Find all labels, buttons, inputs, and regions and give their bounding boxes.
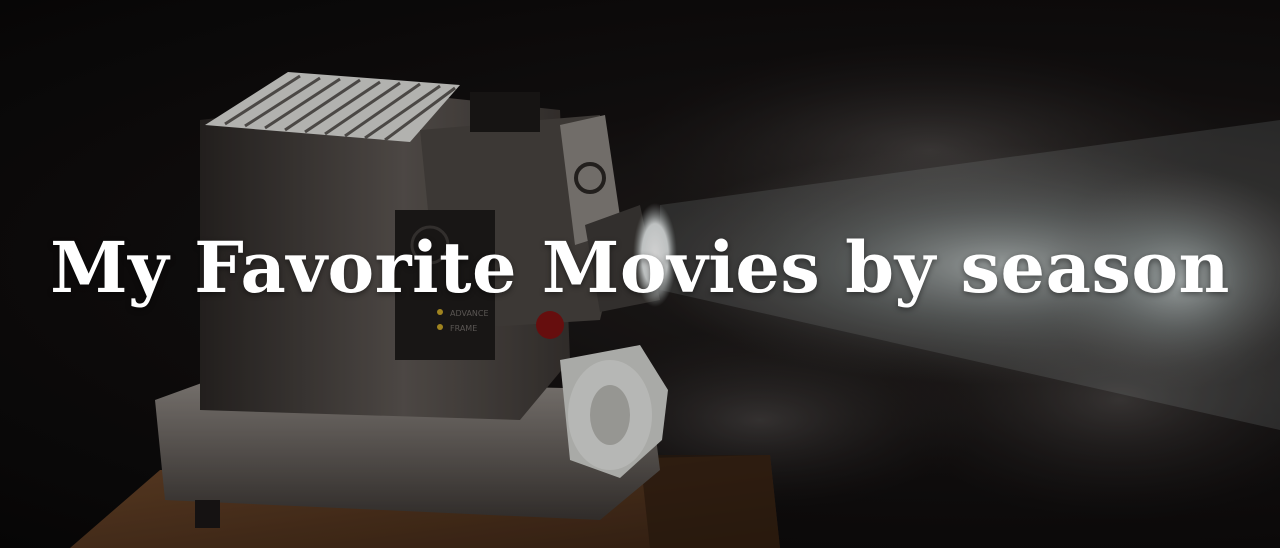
hero-banner: ADVANCE FRAME My Favorite Movies by seas… — [0, 0, 1280, 548]
page-title: My Favorite Movies by season — [50, 226, 1230, 309]
